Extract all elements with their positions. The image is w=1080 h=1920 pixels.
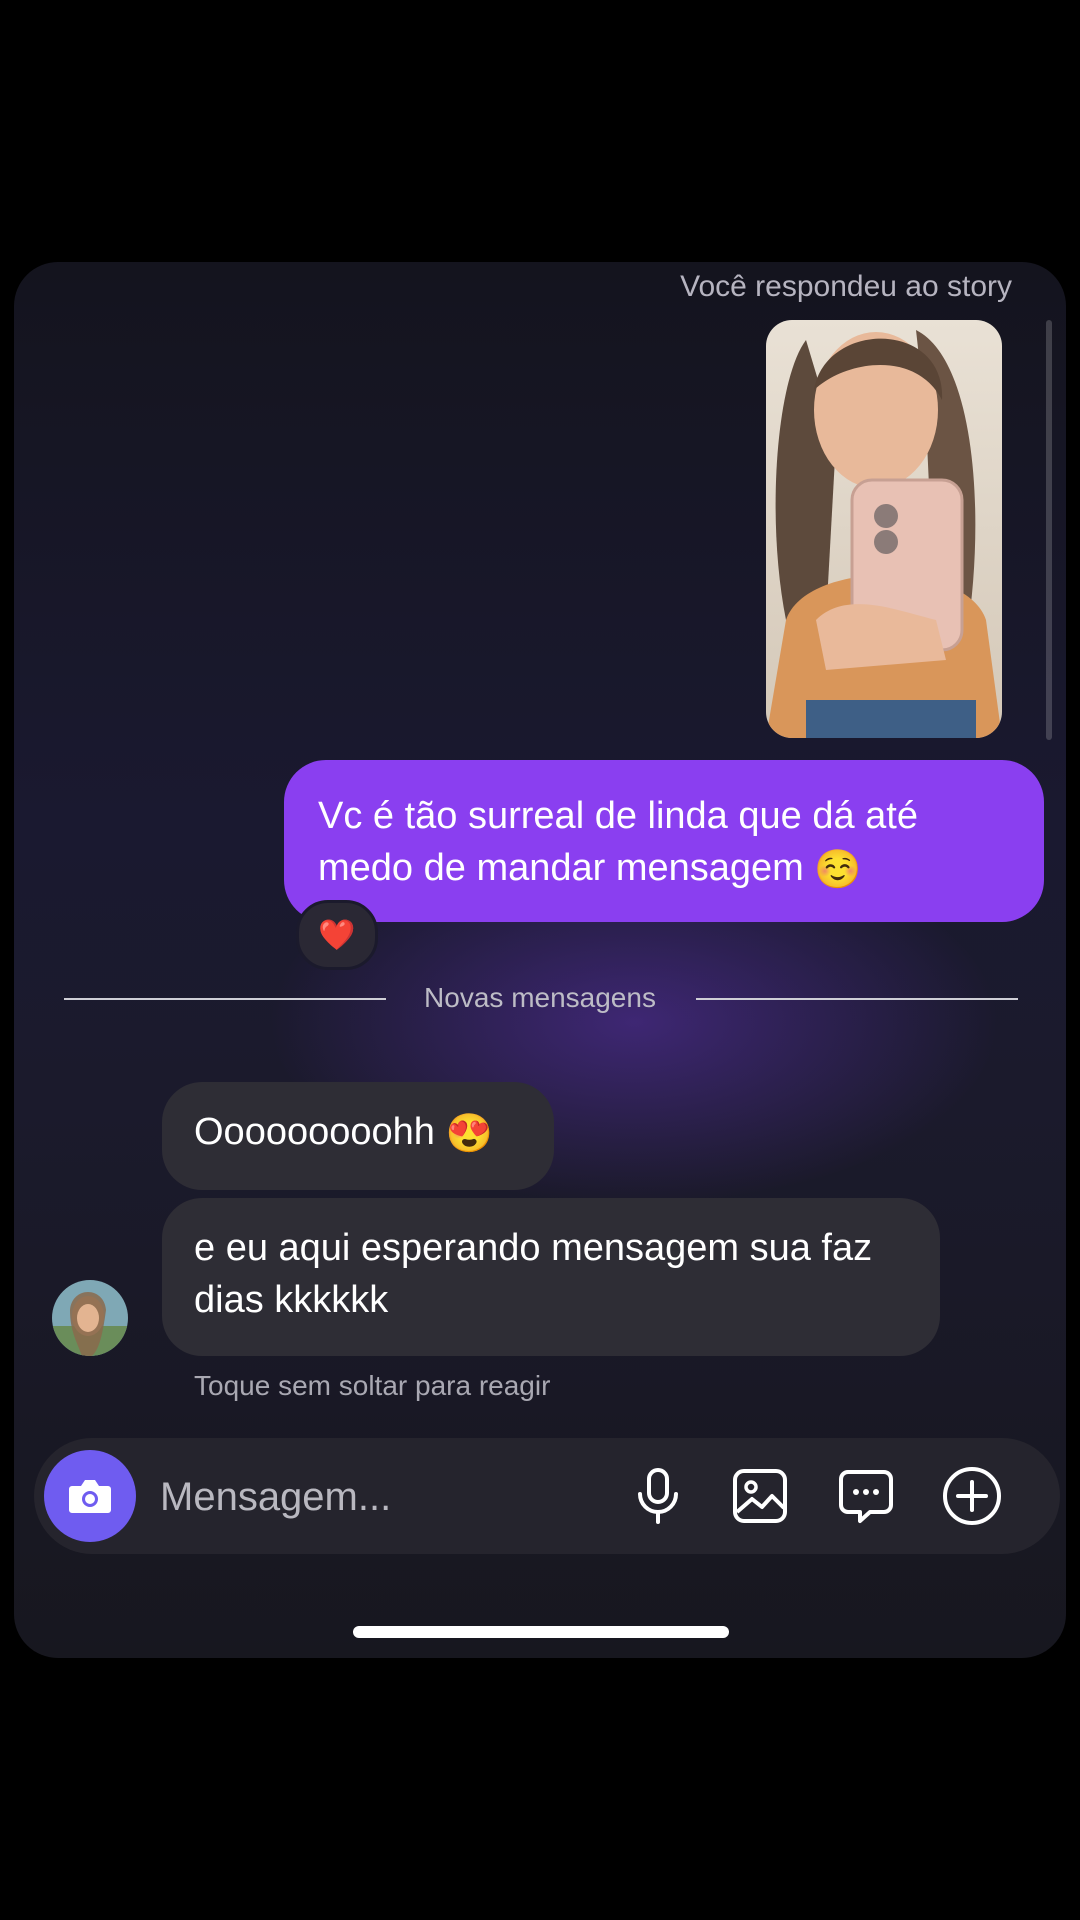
story-reply-caption: Você respondeu ao story [680, 270, 1012, 303]
gallery-button[interactable] [728, 1464, 792, 1528]
camera-button[interactable] [44, 1450, 136, 1542]
home-indicator[interactable] [353, 1626, 729, 1638]
story-photo [766, 320, 1002, 738]
sticker-button[interactable] [834, 1464, 898, 1528]
received-message-bubble[interactable]: Ooooooooohh 😍 [162, 1082, 554, 1190]
smiling-emoji: ☺️ [814, 848, 862, 891]
heart-eyes-emoji: 😍 [445, 1112, 493, 1155]
avatar[interactable] [52, 1280, 128, 1356]
add-icon [943, 1467, 1001, 1525]
heart-reaction[interactable]: ❤️ [296, 900, 378, 970]
received-message-bubble[interactable]: e eu aqui esperando mensagem sua faz dia… [162, 1198, 940, 1356]
chat-screen: Você respondeu ao story Vc é tão surreal… [14, 262, 1066, 1658]
microphone-icon [638, 1468, 678, 1524]
avatar-photo [52, 1280, 128, 1356]
message-composer [34, 1438, 1060, 1554]
scrollbar[interactable] [1046, 320, 1052, 740]
divider-line-right [696, 998, 1018, 1000]
message-input[interactable] [158, 1470, 602, 1524]
received-message-text: e eu aqui esperando mensagem sua faz dia… [194, 1227, 873, 1321]
reaction-hint: Toque sem soltar para reagir [194, 1370, 551, 1401]
sticker-icon [839, 1470, 893, 1523]
add-button[interactable] [940, 1464, 1004, 1528]
sent-message-bubble[interactable]: Vc é tão surreal de linda que dá até med… [284, 760, 1044, 922]
received-message-text: Ooooooooohh [194, 1111, 435, 1153]
heart-icon: ❤️ [318, 918, 356, 952]
microphone-button[interactable] [626, 1464, 690, 1528]
story-thumbnail[interactable] [766, 320, 1002, 738]
camera-icon [69, 1480, 111, 1513]
gallery-icon [733, 1469, 787, 1523]
